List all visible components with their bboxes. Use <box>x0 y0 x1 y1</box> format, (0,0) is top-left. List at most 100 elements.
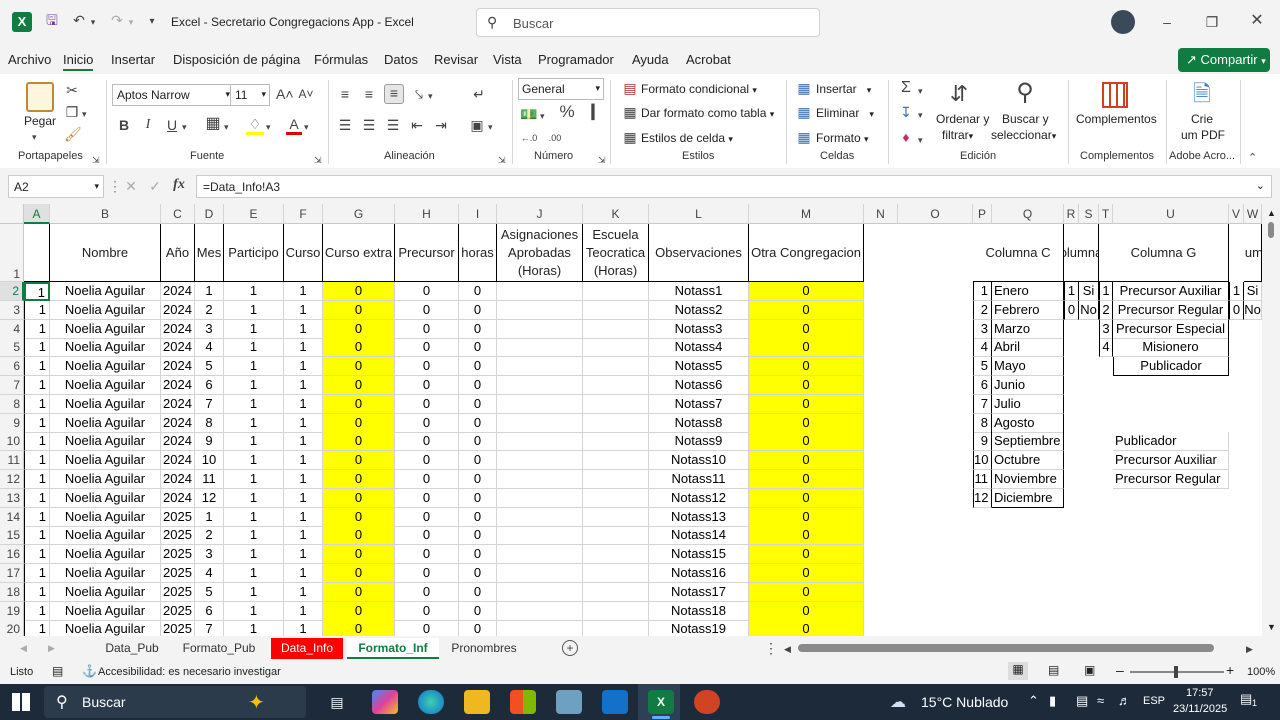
yesno-w-value[interactable]: 0 <box>1229 300 1244 320</box>
precursor-type-number[interactable]: 3 <box>1099 319 1113 339</box>
cell-a[interactable]: 1 <box>24 601 50 621</box>
cell-precursor[interactable]: 0 <box>395 620 459 636</box>
cell-curso[interactable]: 1 <box>284 451 323 471</box>
cell-horas[interactable]: 0 <box>459 582 497 602</box>
find-select-button[interactable]: seleccionar▾ <box>991 128 1056 142</box>
autosum-dropdown-icon[interactable]: ▾ <box>918 83 923 99</box>
cell-mes[interactable]: 7 <box>195 394 224 414</box>
month-name[interactable]: Agosto <box>992 413 1064 433</box>
yesno-w-value[interactable]: 1 <box>1229 282 1244 301</box>
table-format-button[interactable]: Dar formato como tabla ▾ <box>641 106 774 120</box>
cell-mes[interactable]: 5 <box>195 582 224 602</box>
cell-horas[interactable]: 0 <box>459 432 497 452</box>
cell-asignaciones[interactable] <box>497 526 583 546</box>
expand-formula-icon[interactable]: ⌄ <box>1256 179 1265 192</box>
cell-otra-congregacion[interactable]: 0 <box>749 282 864 301</box>
header-cell-e[interactable]: Participo <box>224 224 284 282</box>
cell-observaciones[interactable]: Notass6 <box>649 376 749 395</box>
header-cell-q[interactable]: Columna C <box>973 224 1064 282</box>
cell-otra-congregacion[interactable]: 0 <box>749 357 864 377</box>
cell-observaciones[interactable]: Notass4 <box>649 338 749 358</box>
cell-mes[interactable]: 2 <box>195 526 224 546</box>
cell-participo[interactable]: 1 <box>224 300 284 320</box>
cell-escuela[interactable] <box>583 620 649 636</box>
page-layout-icon[interactable]: ▤ <box>1048 663 1059 677</box>
excel-taskbar-icon[interactable]: X <box>648 690 674 714</box>
more-icon[interactable]: ⋮ <box>764 640 778 656</box>
cell-ano[interactable]: 2025 <box>161 507 195 527</box>
cell-ano[interactable]: 2024 <box>161 319 195 339</box>
paste-button[interactable]: Pegar <box>24 114 56 128</box>
paste-icon[interactable] <box>26 82 54 112</box>
cell-curso[interactable]: 1 <box>284 282 323 301</box>
zoom-slider[interactable] <box>1130 666 1224 678</box>
orientation-dropdown-icon[interactable]: ▾ <box>428 88 433 104</box>
increase-font-icon[interactable]: A˄ <box>276 86 294 102</box>
cell-otra-congregacion[interactable]: 0 <box>749 432 864 452</box>
battery-icon[interactable]: ▮ <box>1049 693 1056 709</box>
cell-nombre[interactable]: Noelia Aguilar <box>50 470 161 489</box>
cell-asignaciones[interactable] <box>497 300 583 320</box>
cell-horas[interactable]: 0 <box>459 526 497 546</box>
app-icon[interactable] <box>556 690 582 714</box>
cell-participo[interactable]: 1 <box>224 376 284 395</box>
cell-asignaciones[interactable] <box>497 582 583 602</box>
sheet-tab-formato-pub[interactable]: Formato_Pub <box>172 638 266 659</box>
cell-otra-congregacion[interactable]: 0 <box>749 582 864 602</box>
cell-precursor[interactable]: 0 <box>395 319 459 339</box>
yesno-value[interactable]: 1 <box>1064 282 1079 301</box>
column-header[interactable]: S <box>1079 204 1099 224</box>
edge-icon[interactable] <box>418 690 444 714</box>
sheet-tab-pronombres[interactable]: Pronombres <box>442 638 526 659</box>
row-header[interactable]: 6 <box>0 357 24 377</box>
cell-otra-congregacion[interactable]: 0 <box>749 488 864 508</box>
cell-curso-extra[interactable]: 0 <box>323 376 395 395</box>
tab-vista[interactable]: Vista <box>493 52 522 67</box>
cell-precursor[interactable]: 0 <box>395 470 459 489</box>
cell-curso-extra[interactable]: 0 <box>323 394 395 414</box>
wrap-text-icon[interactable]: ↵ <box>470 86 488 102</box>
cell-participo[interactable]: 1 <box>224 394 284 414</box>
cell-escuela[interactable] <box>583 451 649 471</box>
tab-programador[interactable]: Programador <box>538 52 614 67</box>
tab-archivo[interactable]: Archivo <box>8 52 51 67</box>
cell-a[interactable]: 1 <box>24 545 50 565</box>
column-header[interactable]: N <box>864 204 898 224</box>
tab-formulas[interactable]: Fórmulas <box>314 52 368 67</box>
cell-escuela[interactable] <box>583 413 649 433</box>
customize-toolbar-icon[interactable]: ▾ <box>146 14 158 30</box>
row-header[interactable]: 12 <box>0 470 24 489</box>
currency-icon[interactable]: 💵 <box>520 106 538 122</box>
cell-nombre[interactable]: Noelia Aguilar <box>50 545 161 565</box>
redo-dropdown-icon[interactable]: ▾ <box>126 14 136 30</box>
column-header[interactable]: R <box>1064 204 1079 224</box>
row-header[interactable]: 2 <box>0 282 24 301</box>
column-header[interactable]: F <box>284 204 323 224</box>
month-name[interactable]: Diciembre <box>992 488 1064 508</box>
cell-horas[interactable]: 0 <box>459 300 497 320</box>
cell-mes[interactable]: 12 <box>195 488 224 508</box>
page-break-icon[interactable]: ▣ <box>1084 663 1095 677</box>
cell-otra-congregacion[interactable]: 0 <box>749 545 864 565</box>
cell-observaciones[interactable]: Notass3 <box>649 319 749 339</box>
yesno-label[interactable]: No <box>1079 300 1099 320</box>
cell-a[interactable]: 1 <box>24 394 50 414</box>
cell-asignaciones[interactable] <box>497 319 583 339</box>
cell-participo[interactable]: 1 <box>224 319 284 339</box>
cell-a[interactable]: 1 <box>24 451 50 471</box>
clear-icon[interactable]: ♦ <box>898 129 914 145</box>
column-header[interactable]: K <box>583 204 649 224</box>
cell-ano[interactable]: 2025 <box>161 601 195 621</box>
month-number[interactable]: 7 <box>973 394 992 414</box>
cell-observaciones[interactable]: Notass14 <box>649 526 749 546</box>
task-view-icon[interactable]: ▤ <box>324 690 350 714</box>
cell-horas[interactable]: 0 <box>459 394 497 414</box>
u-list-item[interactable]: Precursor Auxiliar <box>1113 451 1229 471</box>
cell-escuela[interactable] <box>583 582 649 602</box>
cell-observaciones[interactable]: Notass19 <box>649 620 749 636</box>
cell-horas[interactable]: 0 <box>459 451 497 471</box>
cell-curso[interactable]: 1 <box>284 432 323 452</box>
create-pdf-label-2[interactable]: um PDF <box>1181 128 1225 142</box>
wifi-icon[interactable]: ≈ <box>1097 693 1104 708</box>
cell-curso-extra[interactable]: 0 <box>323 282 395 301</box>
